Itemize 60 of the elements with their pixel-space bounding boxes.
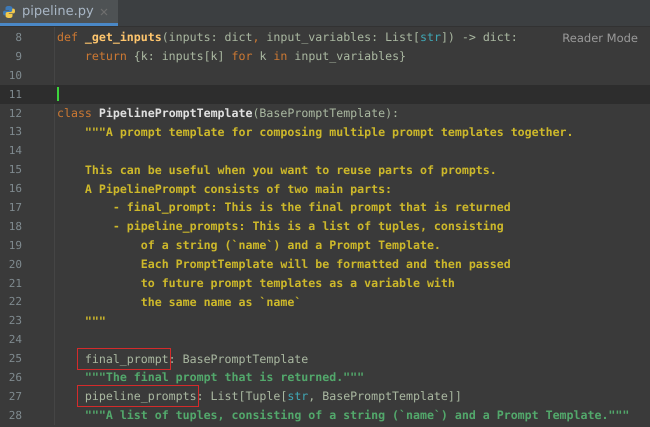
line-number: 22 — [8, 295, 22, 308]
line-number: 21 — [8, 276, 22, 290]
close-icon[interactable] — [100, 8, 108, 16]
line-number: 26 — [8, 370, 22, 384]
line-number: 11 — [8, 88, 22, 101]
line-number: 19 — [8, 238, 22, 252]
code-text: str — [287, 389, 308, 404]
line-number: 28 — [8, 408, 22, 422]
code-text: str — [420, 30, 441, 44]
code-text: : BasePromptTemplate — [168, 352, 308, 366]
code-text: - pipeline_prompts: This is a list of tuples, consisting — [112, 219, 504, 234]
line-number: 16 — [8, 182, 22, 196]
reader-mode-link[interactable]: Reader Mode — [562, 31, 638, 45]
line-number: 18 — [8, 220, 22, 233]
code-text: , BasePromptTemplate]] — [308, 389, 462, 404]
code-text: in — [273, 49, 288, 64]
code-text: input_variables} — [294, 49, 406, 64]
code-text: for — [232, 49, 254, 64]
code-text: """A prompt template for composing multiple prompt templates together. — [84, 124, 574, 139]
line-number: 10 — [8, 68, 22, 82]
code-text: k — [259, 49, 268, 64]
file-tab[interactable]: pipeline.py — [0, 0, 118, 26]
line-number: 13 — [8, 125, 22, 138]
line-number: 8 — [14, 30, 22, 44]
line-number: 12 — [8, 106, 22, 120]
python-file-icon — [2, 4, 16, 18]
line-number: 24 — [8, 333, 22, 346]
line-number: 14 — [8, 144, 22, 158]
code-text: the same name as `name` — [140, 294, 302, 309]
text-cursor — [57, 87, 59, 102]
code-text: """ — [84, 314, 106, 328]
code-text: ]) -> dict: — [440, 30, 518, 44]
code-text: Each PromptTemplate will be formatted and then passed — [140, 257, 511, 272]
code-text: _get_inputs — [84, 30, 162, 44]
code-text: def — [57, 30, 79, 44]
code-text: A PipelinePrompt consists of two main parts: — [84, 182, 392, 196]
highlighted-code: pipeline_prompts — [78, 387, 197, 406]
code-text: """A list of tuples, consisting of a string (`name`) and a Prompt Template.""" — [84, 408, 630, 422]
code-text: (BasePromptTemplate): — [252, 106, 400, 120]
code-text: PipelinePromptTemplate — [98, 106, 252, 120]
highlighted-code: final_prompt — [78, 350, 169, 368]
line-number: 27 — [8, 390, 22, 403]
line-number: 17 — [8, 200, 22, 214]
code-text: return — [84, 49, 128, 64]
code-text: """The final prompt that is returned.""" — [84, 370, 364, 384]
line-number: 15 — [8, 163, 22, 176]
code-text: This can be useful when you want to reuse parts of prompts. — [84, 162, 497, 177]
code-text: , — [252, 30, 260, 44]
code-text: to future prompt templates as a variable with — [140, 276, 455, 290]
code-text: input_variables: List[ — [266, 30, 420, 44]
code-text: : List[Tuple[ — [196, 389, 288, 404]
code-text: class — [57, 106, 93, 120]
line-number: 25 — [8, 352, 22, 366]
line-number: 23 — [8, 314, 22, 328]
line-number: 20 — [8, 258, 22, 271]
code-text: (inputs: dict — [162, 30, 252, 44]
code-text: {k: inputs[k] — [134, 49, 226, 64]
line-number: 9 — [14, 50, 22, 63]
code-text: of a string (`name`) and a Prompt Template. — [140, 238, 441, 252]
code-text: - final_prompt: This is the final prompt that is returned — [112, 200, 511, 214]
